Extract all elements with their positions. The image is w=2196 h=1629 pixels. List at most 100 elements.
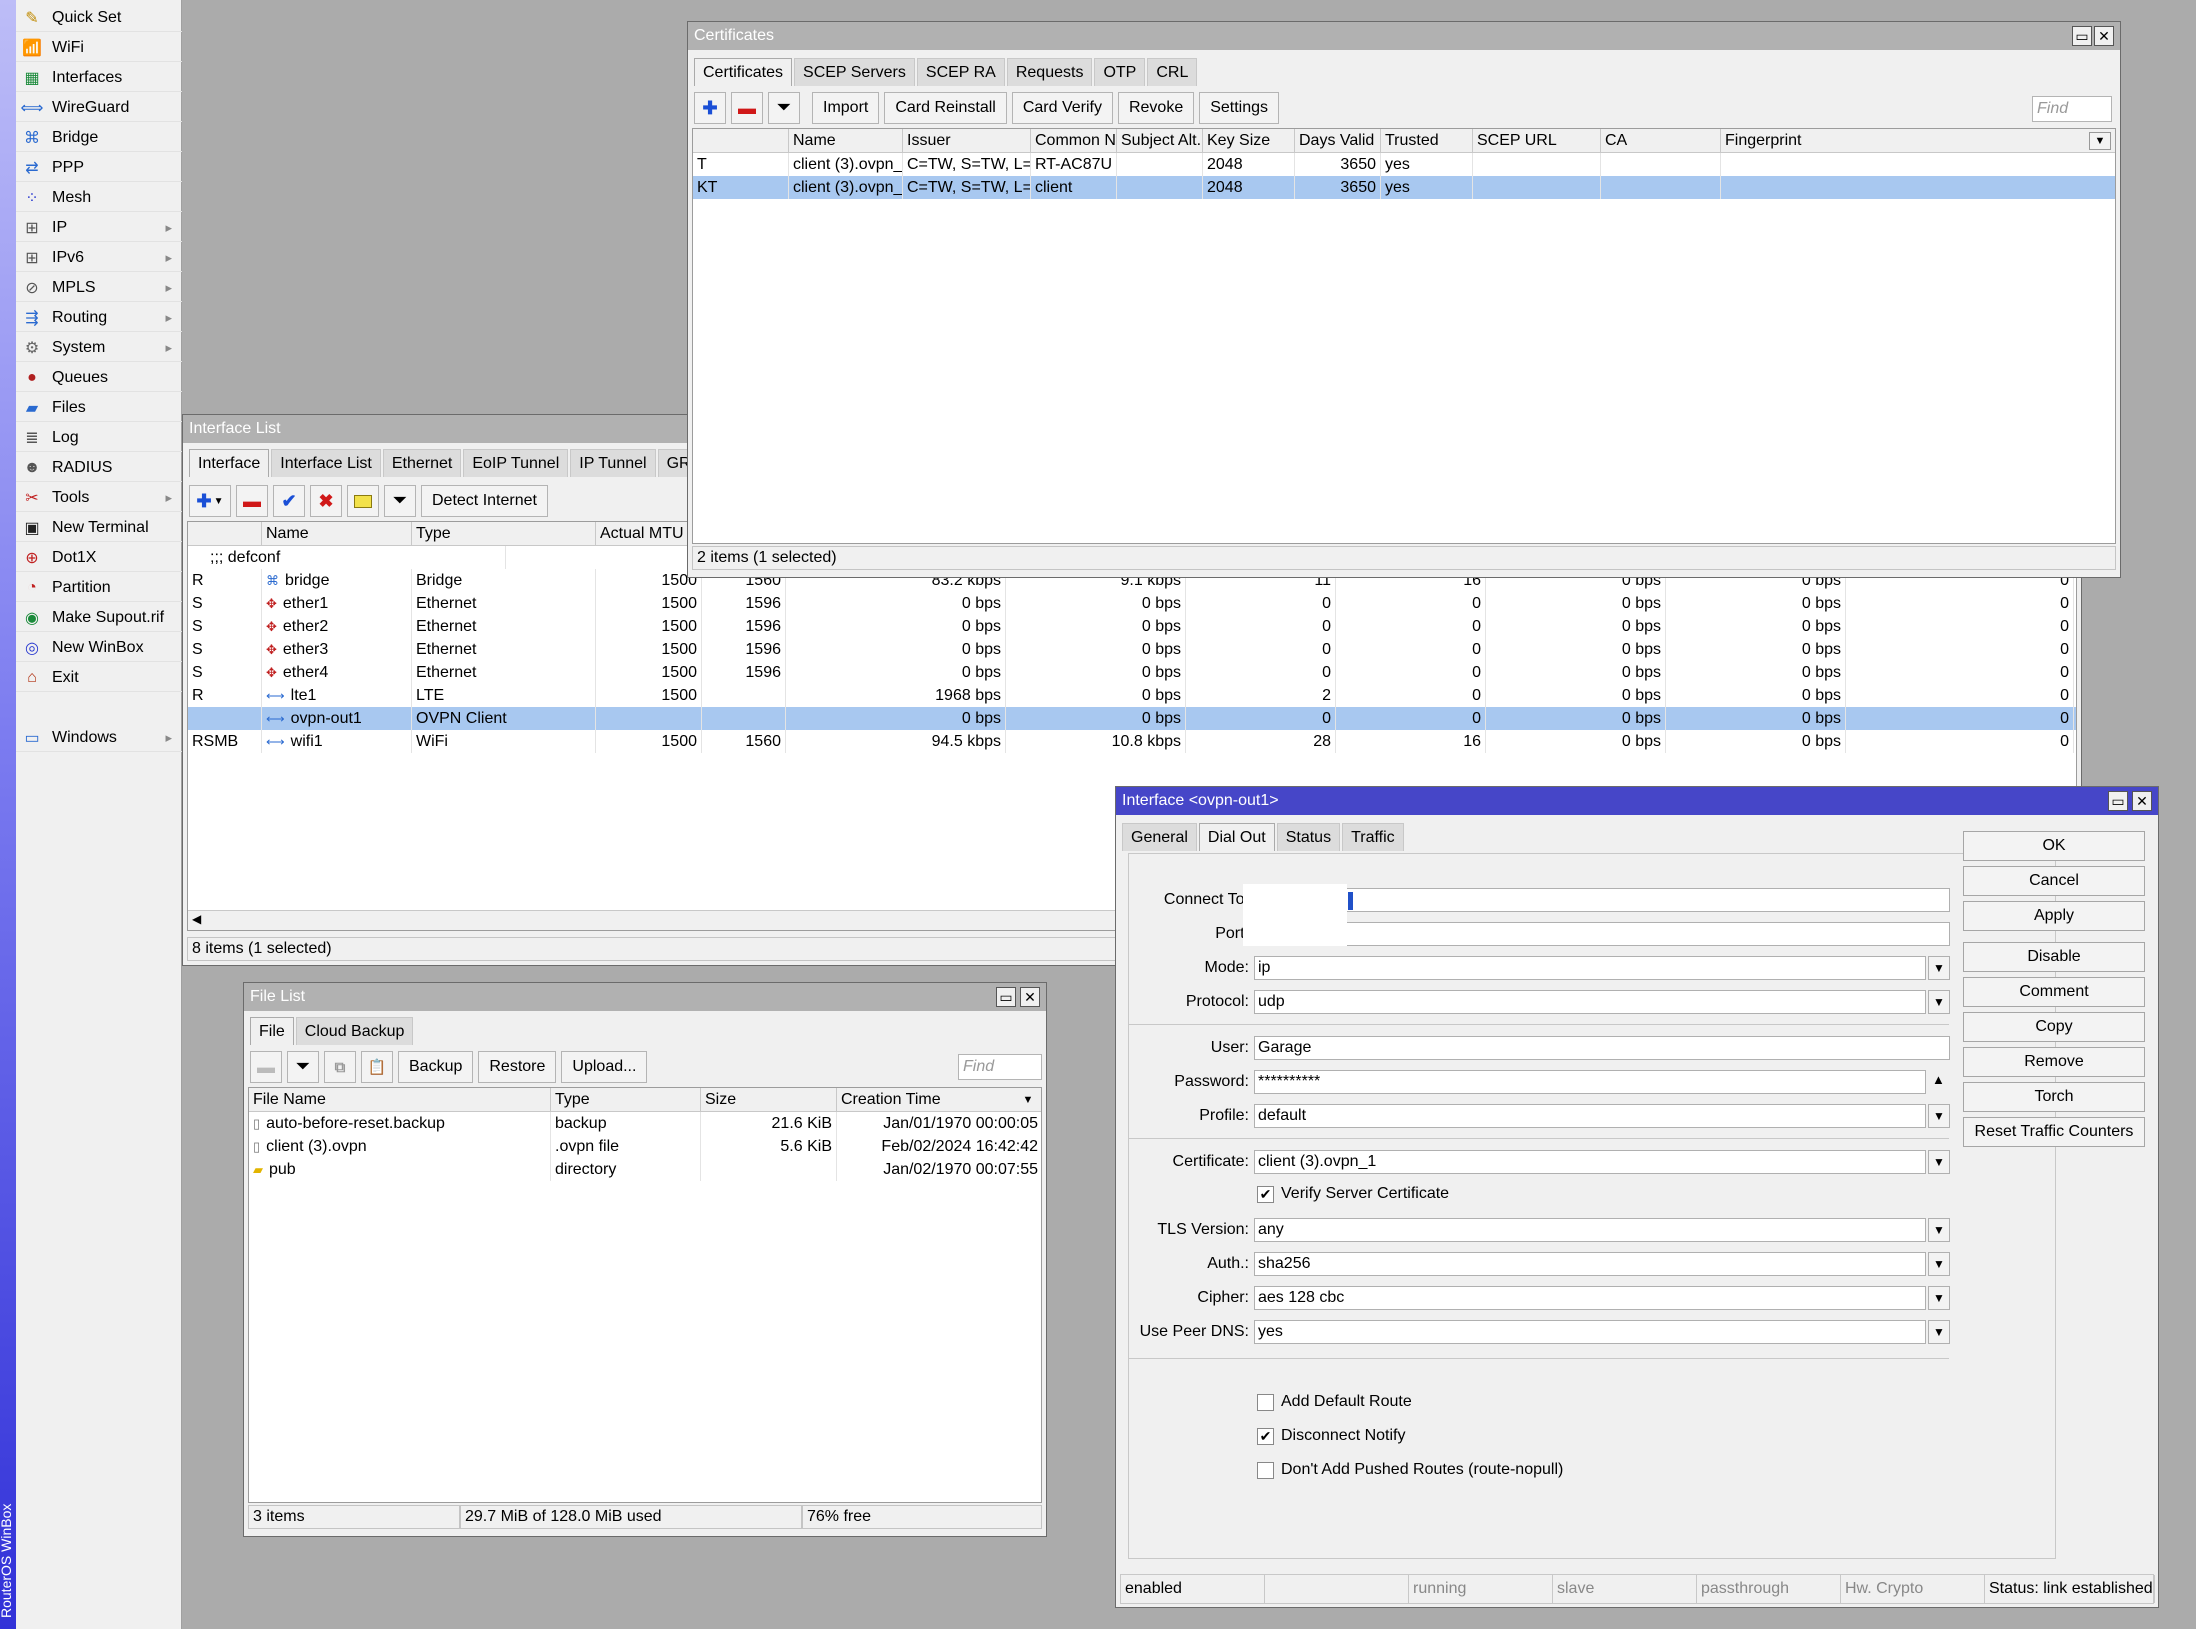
dropdown-arrow-icon[interactable]: ▼ (1928, 1320, 1950, 1344)
dropdown-arrow-icon[interactable]: ▼ (1928, 1252, 1950, 1276)
tab-general[interactable]: General (1122, 823, 1197, 851)
add-button[interactable]: ✚ ▼ (189, 485, 231, 517)
show-password-toggle-icon[interactable]: ▲ (1932, 1072, 1945, 1087)
close-button[interactable]: ✕ (2094, 26, 2114, 46)
menu-item-ip[interactable]: ⊞ IP ▸ (16, 214, 182, 242)
interface-row[interactable]: S ✥ ether4 Ethernet 1500 1596 0 bps 0 bps 0 0 0 bp… (188, 661, 2076, 684)
interface-row[interactable]: R ⟷ lte1 LTE 1500 1968 bps 0 bps 2 0 0 bps 0 bps 0 (188, 684, 2076, 707)
menu-item-radius[interactable]: ☻ RADIUS (16, 454, 182, 482)
column-header[interactable]: Trusted (1381, 129, 1473, 153)
menu-item-new-winbox[interactable]: ◎ New WinBox (16, 634, 182, 662)
enable-button[interactable]: ✔ (273, 485, 305, 517)
column-header[interactable]: Creation Time (837, 1088, 1041, 1112)
menu-item-quick-set[interactable]: ✎ Quick Set (16, 4, 182, 32)
menu-item-routing[interactable]: ⇶ Routing ▸ (16, 304, 182, 332)
profile-field[interactable]: default (1254, 1104, 1926, 1128)
file-row[interactable]: ▯ auto-before-reset.backup backup 21.6 KiB J… (249, 1112, 1041, 1135)
column-header[interactable]: Type (412, 522, 596, 546)
filter-button[interactable]: ⏷ (768, 92, 800, 124)
menu-item-files[interactable]: ▰ Files (16, 394, 182, 422)
dropdown-arrow-icon[interactable]: ▼ (1928, 956, 1950, 980)
mode-field[interactable]: ip (1254, 956, 1926, 980)
menu-item-mesh[interactable]: ⁘ Mesh (16, 184, 182, 212)
tab-certificates[interactable]: Certificates (694, 58, 793, 86)
maximize-button[interactable]: ▭ (2108, 791, 2128, 811)
card-verify-button[interactable]: Card Verify (1011, 92, 1113, 124)
menu-item-ipv6[interactable]: ⊞ IPv6 ▸ (16, 244, 182, 272)
remove-button[interactable]: ▬ (236, 485, 268, 517)
menu-item-tools[interactable]: ✂ Tools ▸ (16, 484, 182, 512)
find-input[interactable]: Find (958, 1054, 1042, 1080)
auth-field[interactable]: sha256 (1254, 1252, 1926, 1276)
column-chooser-icon[interactable]: ▼ (1019, 1091, 1037, 1109)
port-field[interactable] (1254, 922, 1950, 946)
tab-requests[interactable]: Requests (1006, 58, 1093, 86)
close-button[interactable]: ✕ (2132, 791, 2152, 811)
menu-item-queues[interactable]: ● Queues (16, 364, 182, 392)
upload-button[interactable]: Upload... (561, 1051, 648, 1083)
comment-button[interactable] (347, 485, 379, 517)
tab-scep-servers[interactable]: SCEP Servers (794, 58, 915, 86)
remove-button[interactable]: Remove (1963, 1047, 2145, 1077)
don-t-add-pushed-routes-route-nopull-checkbox[interactable] (1257, 1462, 1274, 1479)
column-chooser-icon[interactable]: ▼ (2089, 132, 2111, 150)
menu-item-partition[interactable]: ◔ Partition (16, 574, 182, 602)
menu-item-system[interactable]: ⚙ System ▸ (16, 334, 182, 362)
import-button[interactable]: Import (812, 92, 880, 124)
column-header[interactable]: CA (1601, 129, 1721, 153)
protocol-field[interactable]: udp (1254, 990, 1926, 1014)
reset-traffic-counters-button[interactable]: Reset Traffic Counters (1963, 1117, 2145, 1147)
column-header[interactable]: Fingerprint (1721, 129, 2115, 153)
tab-scep-ra[interactable]: SCEP RA (916, 58, 1005, 86)
column-header[interactable]: Days Valid (1295, 129, 1381, 153)
comment-button[interactable]: Comment (1963, 977, 2145, 1007)
remove-button[interactable]: ▬ (731, 92, 763, 124)
menu-item-bridge[interactable]: ⌘ Bridge (16, 124, 182, 152)
card-reinstall-button[interactable]: Card Reinstall (884, 92, 1007, 124)
menu-item-ppp[interactable]: ⇄ PPP (16, 154, 182, 182)
tls-version-field[interactable]: any (1254, 1218, 1926, 1242)
dropdown-arrow-icon[interactable]: ▼ (1928, 1218, 1950, 1242)
add-default-route-checkbox[interactable] (1257, 1394, 1274, 1411)
menu-item-wifi[interactable]: 📶 WiFi (16, 34, 182, 62)
certificate-row[interactable]: KT client (3).ovpn_1C=TW, S=TW, L=Taipe..… (693, 176, 2115, 199)
column-header[interactable] (188, 522, 262, 546)
cancel-button[interactable]: Cancel (1963, 866, 2145, 896)
filter-button[interactable]: ⏷ (287, 1051, 319, 1083)
file-list-titlebar[interactable]: File List (244, 983, 1046, 1011)
torch-button[interactable]: Torch (1963, 1082, 2145, 1112)
password-field[interactable]: ********** (1254, 1070, 1926, 1094)
column-header[interactable] (693, 129, 789, 153)
tab-traffic[interactable]: Traffic (1342, 823, 1404, 851)
certificate-field[interactable]: client (3).ovpn_1 (1254, 1150, 1926, 1174)
menu-item-interfaces[interactable]: ▦ Interfaces (16, 64, 182, 92)
scroll-left-icon[interactable]: ◀ (192, 912, 201, 926)
filter-button[interactable]: ⏷ (384, 485, 416, 517)
certificate-row[interactable]: Tclient (3).ovpn_0C=TW, S=TW, L=Taipe...… (693, 153, 2115, 176)
ovpn-dialog-titlebar[interactable]: Interface <ovpn-out1> (1116, 787, 2158, 815)
dropdown-arrow-icon[interactable]: ▼ (1928, 1286, 1950, 1310)
connect-to-field[interactable] (1254, 888, 1950, 912)
menu-item-windows[interactable]: ▭ Windows ▸ (16, 724, 182, 752)
tab-otp[interactable]: OTP (1094, 58, 1146, 86)
find-input[interactable]: Find (2032, 96, 2112, 122)
menu-item-new-terminal[interactable]: ▣ New Terminal (16, 514, 182, 542)
apply-button[interactable]: Apply (1963, 901, 2145, 931)
interface-row[interactable]: RSMB ⟷ wifi1 WiFi 1500 1560 94.5 kbps 10.8 kbps… (188, 730, 2076, 753)
interface-row[interactable]: ⟷ ovpn-out1 OVPN Client 0 bps 0 bps 0 0 0 bps 0 … (188, 707, 2076, 730)
menu-item-mpls[interactable]: ⊘ MPLS ▸ (16, 274, 182, 302)
settings-button[interactable]: Settings (1199, 92, 1280, 124)
tab-file[interactable]: File (250, 1017, 294, 1045)
copy-button[interactable]: ⧉ (324, 1051, 356, 1083)
interface-row[interactable]: S ✥ ether1 Ethernet 1500 1596 0 bps 0 bps 0 0 0 bp… (188, 592, 2076, 615)
tab-ethernet[interactable]: Ethernet (382, 449, 462, 477)
use-peer-dns-field[interactable]: yes (1254, 1320, 1926, 1344)
tab-eoip-tunnel[interactable]: EoIP Tunnel (463, 449, 569, 477)
menu-item-make-supout-rif[interactable]: ◉ Make Supout.rif (16, 604, 182, 632)
dropdown-arrow-icon[interactable]: ▼ (1928, 990, 1950, 1014)
dropdown-arrow-icon[interactable]: ▼ (1928, 1150, 1950, 1174)
column-header[interactable]: Issuer (903, 129, 1031, 153)
tab-interface[interactable]: Interface (189, 449, 270, 477)
interface-row[interactable]: S ✥ ether3 Ethernet 1500 1596 0 bps 0 bps 0 0 0 bp… (188, 638, 2076, 661)
file-row[interactable]: ▯ client (3).ovpn .ovpn file 5.6 KiB Feb/02/… (249, 1135, 1041, 1158)
